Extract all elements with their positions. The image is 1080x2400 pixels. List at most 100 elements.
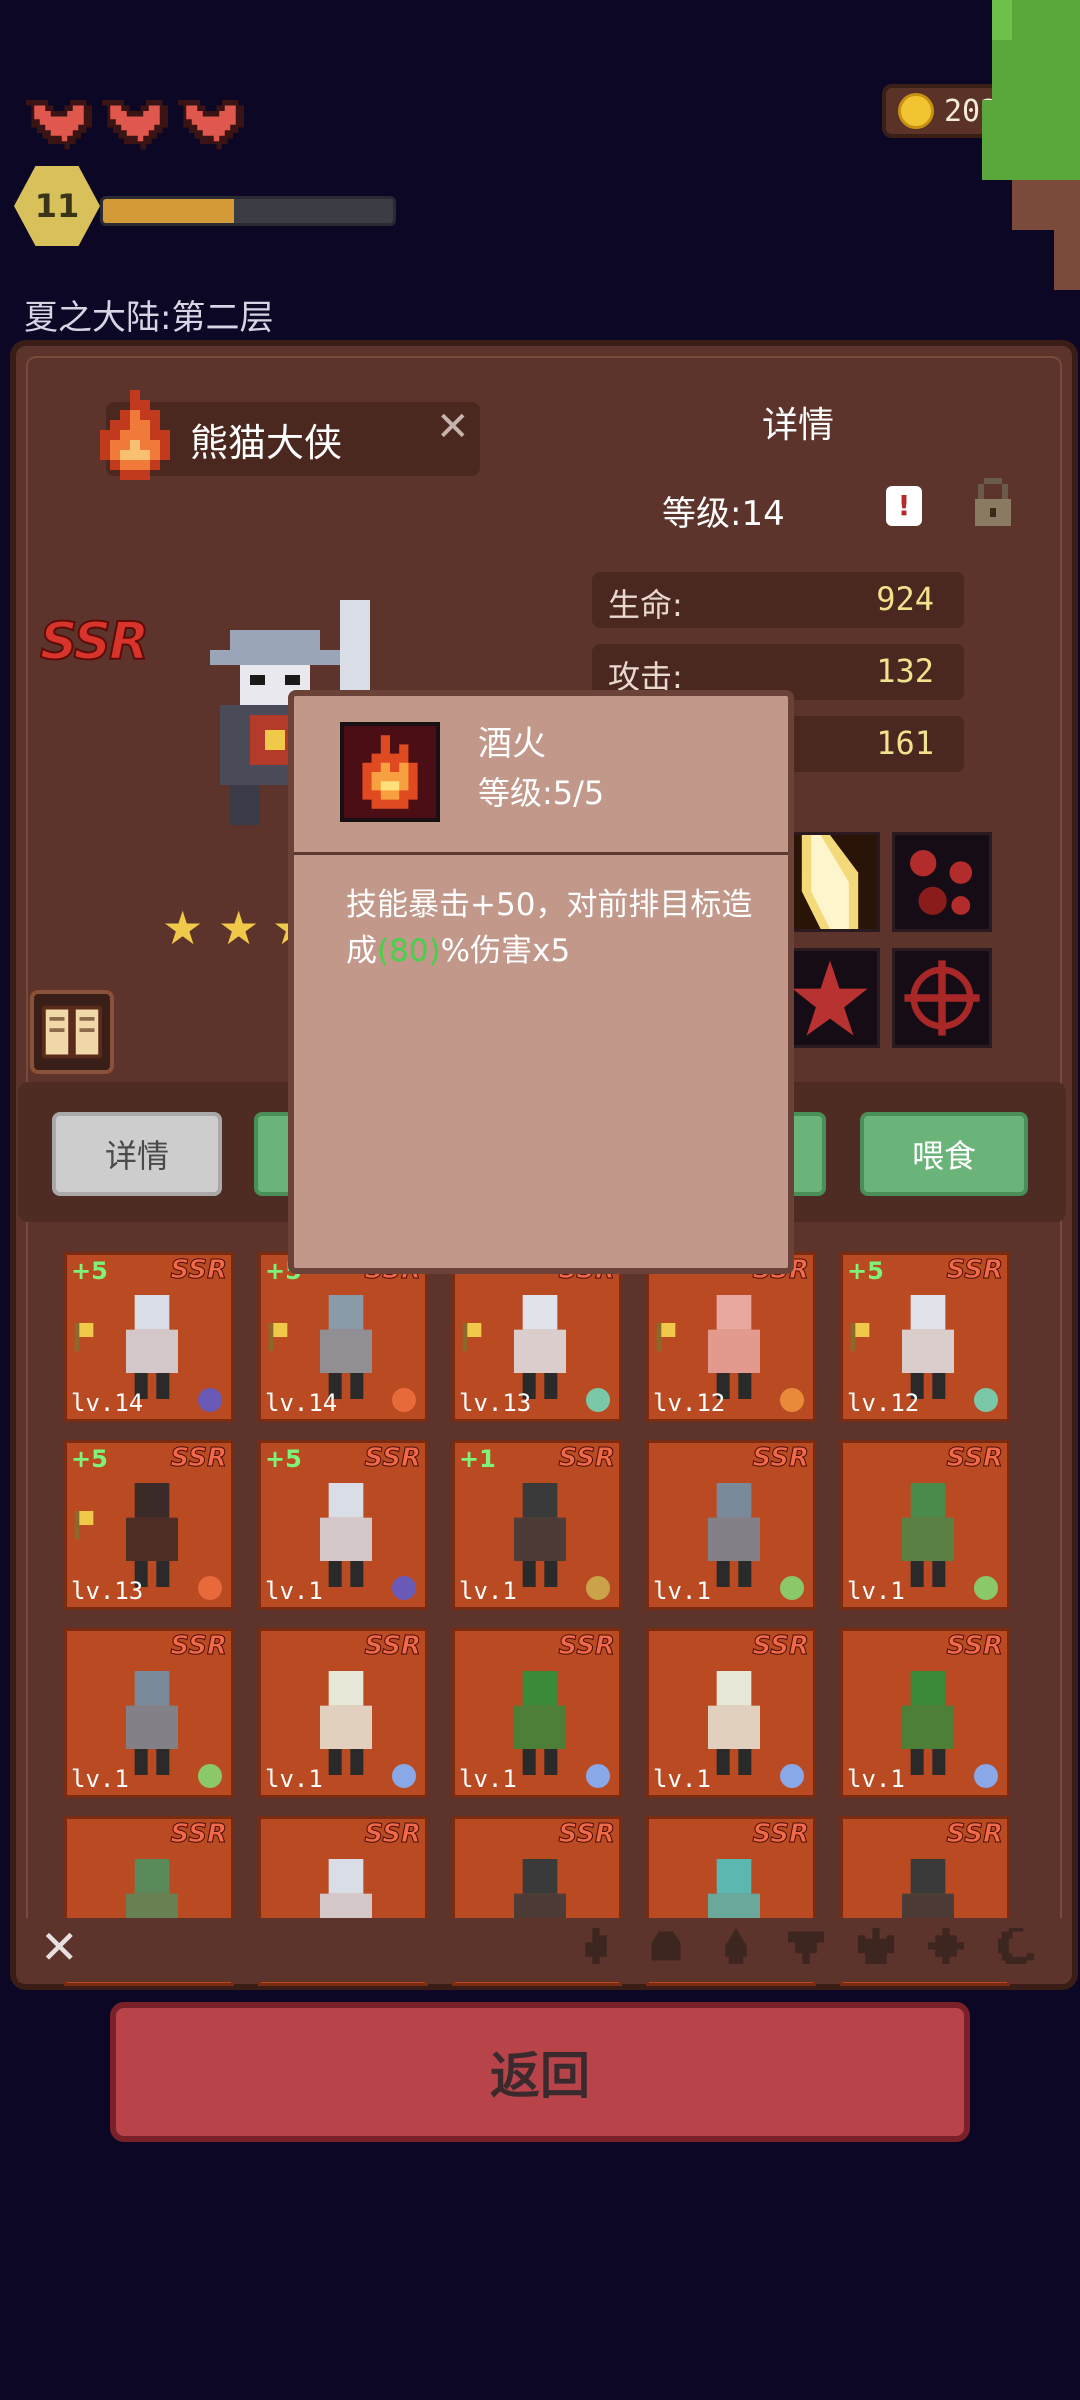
hero-card[interactable]: SSR lv.1 xyxy=(64,1628,234,1798)
moon-element-icon xyxy=(392,1576,416,1600)
detail-title: 详情 xyxy=(762,405,835,446)
crosshair-icon xyxy=(895,951,989,1045)
player-level-badge: 11 xyxy=(14,166,100,246)
close-icon[interactable]: ✕ xyxy=(40,1920,79,1974)
hero-card-sprite xyxy=(708,1671,760,1775)
hero-card-level: lv.1 xyxy=(653,1765,711,1793)
star-icon: ★ xyxy=(218,901,260,955)
hero-card[interactable]: +5 SSR lv.1 xyxy=(258,1440,428,1610)
flag-icon xyxy=(74,1511,94,1539)
hero-card[interactable]: SSR lv.1 xyxy=(646,1440,816,1610)
flag-icon xyxy=(656,1323,676,1351)
hero-card-sprite xyxy=(514,1483,566,1587)
hero-card-rarity: SSR xyxy=(558,1819,616,1850)
earth-filter-icon[interactable] xyxy=(648,1928,684,1964)
hero-card-rarity: SSR xyxy=(170,1819,228,1850)
fire-skill-icon xyxy=(344,726,436,818)
tab-detail[interactable]: 详情 xyxy=(52,1112,222,1196)
fire-filter-icon[interactable] xyxy=(578,1928,614,1964)
hero-card-sprite xyxy=(320,1295,372,1399)
zone-title: 夏之大陆:第二层 xyxy=(24,298,274,338)
heart-icon xyxy=(178,100,244,150)
hero-card-sprite xyxy=(126,1295,178,1399)
heart-icon xyxy=(102,100,168,150)
water-element-icon xyxy=(586,1764,610,1788)
hero-card[interactable]: SSRlv.13 xyxy=(452,1252,622,1422)
flag-icon xyxy=(74,1323,94,1351)
hero-card[interactable]: SSR lv.1 xyxy=(840,1440,1010,1610)
skill-slot-blood[interactable] xyxy=(892,832,992,932)
hero-card[interactable]: +1 SSR lv.1 xyxy=(452,1440,622,1610)
flame-filter-icon[interactable] xyxy=(858,1928,894,1964)
book-button[interactable] xyxy=(30,990,114,1074)
hero-card[interactable]: SSRlv.12 xyxy=(646,1252,816,1422)
stat-value: 924 xyxy=(876,580,934,618)
hero-card-plus: +5 xyxy=(265,1445,302,1473)
hero-card-rarity: SSR xyxy=(558,1631,616,1662)
hero-card-level: lv.14 xyxy=(265,1389,338,1417)
skill-tooltip-popup: 酒火 等级:5/5 技能暴击+50，对前排目标造成(80)%伤害x5 xyxy=(288,690,794,1274)
hero-card[interactable]: +5 SSR lv.13 xyxy=(64,1440,234,1610)
fire-element-icon xyxy=(198,1576,222,1600)
alert-icon[interactable]: ! xyxy=(886,486,922,526)
skill-level: 等级:5/5 xyxy=(478,774,605,812)
grass-island-decoration xyxy=(982,0,1080,290)
hero-card-level: lv.12 xyxy=(653,1389,726,1417)
hero-card-rarity: SSR xyxy=(946,1819,1004,1850)
skill-slot-star[interactable] xyxy=(780,948,880,1048)
hero-card-sprite xyxy=(708,1295,760,1399)
hero-card[interactable]: SSR lv.1 xyxy=(452,1628,622,1798)
hero-card-rarity: SSR xyxy=(170,1443,228,1474)
hero-card-rarity: SSR xyxy=(170,1255,228,1286)
hero-card[interactable]: SSR lv.1 xyxy=(258,1628,428,1798)
hero-card-plus: +5 xyxy=(71,1257,108,1285)
sun-element-icon xyxy=(780,1388,804,1412)
moon-filter-icon[interactable] xyxy=(998,1928,1034,1964)
water-element-icon xyxy=(974,1764,998,1788)
wind-element-icon xyxy=(586,1388,610,1412)
hero-card-level: lv.1 xyxy=(847,1765,905,1793)
leaf-element-icon xyxy=(780,1576,804,1600)
skill-desc-text: %伤害x5 xyxy=(440,933,571,969)
wind-element-icon xyxy=(974,1388,998,1412)
hero-card[interactable]: SSR lv.1 xyxy=(840,1628,1010,1798)
close-icon[interactable]: ✕ xyxy=(436,404,470,450)
hero-card-sprite xyxy=(126,1671,178,1775)
hero-card[interactable]: +5 SSR lv.12 xyxy=(840,1252,1010,1422)
hero-card-level: lv.1 xyxy=(459,1577,517,1605)
hero-card[interactable]: +5SSRlv.14 xyxy=(64,1252,234,1422)
hero-card-plus: +5 xyxy=(847,1257,884,1285)
skill-slot-light[interactable] xyxy=(780,832,880,932)
water-filter-icon[interactable] xyxy=(718,1928,754,1964)
hero-card-rarity: SSR xyxy=(752,1443,810,1474)
hero-card-rarity: SSR xyxy=(752,1631,810,1662)
xp-progress-fill xyxy=(103,199,234,223)
wind-filter-icon[interactable] xyxy=(788,1928,824,1964)
hero-card-rarity: SSR xyxy=(558,1443,616,1474)
stat-row-hp: 生命: 924 xyxy=(592,572,964,628)
skill-slot-target[interactable] xyxy=(892,948,992,1048)
blood-icon xyxy=(895,835,989,929)
flag-icon xyxy=(462,1323,482,1351)
tab-feed[interactable]: 喂食 xyxy=(860,1112,1028,1196)
lock-icon[interactable] xyxy=(974,478,1012,526)
leaf-element-icon xyxy=(974,1576,998,1600)
hero-card-sprite xyxy=(902,1295,954,1399)
sun-filter-icon[interactable] xyxy=(928,1928,964,1964)
hero-card-rarity: SSR xyxy=(364,1443,422,1474)
hero-card[interactable]: +5SSRlv.14 xyxy=(258,1252,428,1422)
water-element-icon xyxy=(780,1764,804,1788)
hero-card-level: lv.1 xyxy=(265,1577,323,1605)
coin-icon xyxy=(898,93,934,129)
grid-bottom-mask xyxy=(18,1918,1066,1982)
flag-icon xyxy=(268,1323,288,1351)
heart-icon xyxy=(26,100,92,150)
hero-card-level: lv.1 xyxy=(71,1765,129,1793)
hero-card[interactable]: SSR lv.1 xyxy=(646,1628,816,1798)
leaf-element-icon xyxy=(198,1764,222,1788)
hero-card-sprite xyxy=(902,1483,954,1587)
fire-element-icon xyxy=(100,390,170,480)
hero-card-sprite xyxy=(320,1483,372,1587)
return-button[interactable]: 返回 xyxy=(110,2002,970,2142)
hero-card-rarity: SSR xyxy=(946,1631,1004,1662)
